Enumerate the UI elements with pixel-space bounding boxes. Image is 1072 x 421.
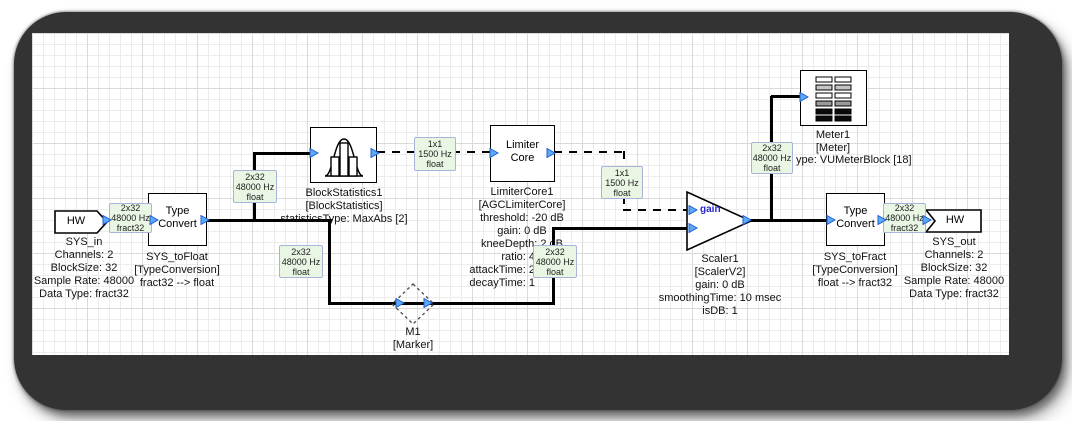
wire-label-sysout: 2x32 48000 Hz fract32 (883, 203, 926, 233)
limiter-core-caption-cut: ratio: 4 attackTime: 2 decayTime: 1 (469, 251, 535, 289)
screenshot-stage: HW SYS_in Channels: 2 BlockSize: 32 Samp… (0, 0, 1072, 421)
meter-input-pin[interactable] (799, 92, 809, 102)
type-convert-out-input-pin[interactable] (826, 215, 836, 225)
wire-label-scaler-in: 2x32 48000 Hz float (533, 245, 577, 278)
wire-label-meter-in: 2x32 48000 Hz float (751, 142, 793, 174)
type-convert-in-output-pin[interactable] (200, 215, 210, 225)
wire-label-marker-in: 2x32 48000 Hz float (279, 245, 323, 278)
wire-label-limiter-out: 1x1 1500 Hz float (601, 166, 643, 199)
sys-out-input-pin[interactable] (922, 215, 932, 225)
wire-limiter-out[interactable] (554, 151, 624, 153)
block-statistics-caption: BlockStatistics1 [BlockStatistics] stati… (280, 187, 408, 225)
limiter-core-input-pin[interactable] (489, 148, 499, 158)
limiter-core-output-pin[interactable] (546, 148, 556, 158)
marker-input-pin[interactable] (395, 298, 405, 308)
wire-label-blockstats-out: 1x1 1500 Hz float (414, 137, 456, 171)
scaler-signal-input-pin[interactable] (688, 223, 698, 233)
sys-in-output-pin[interactable] (102, 215, 112, 225)
block-statistics-input-pin[interactable] (309, 148, 319, 158)
sys-out-title: HW (945, 214, 965, 226)
wire-label-blockstats-in: 2x32 48000 Hz float (233, 170, 277, 203)
marker-output-pin[interactable] (423, 298, 433, 308)
vu-meter-icon (815, 76, 852, 122)
wire-through-marker[interactable] (330, 302, 555, 305)
type-convert-out-output-pin[interactable] (877, 215, 887, 225)
type-convert-in-caption: SYS_toFloat [TypeConversion] fract32 -->… (134, 251, 220, 289)
type-convert-in-input-pin[interactable] (149, 215, 159, 225)
wire-into-scaler-gain[interactable] (623, 209, 693, 211)
scaler-caption: Scaler1 [ScalerV2] gain: 0 dB smoothingT… (658, 253, 782, 317)
scaler-gain-label: gain (700, 204, 721, 215)
histogram-icon (324, 138, 364, 177)
wire-scaler-out[interactable] (748, 219, 832, 222)
wire-into-blockstats[interactable] (254, 152, 312, 155)
marker-caption: M1 [Marker] (392, 326, 434, 351)
block-statistics-output-pin[interactable] (370, 148, 380, 158)
scaler-output-pin[interactable] (742, 215, 752, 225)
sys-in-title: HW (66, 215, 86, 227)
wire-label-sysin: 2x32 48000 Hz fract32 (109, 203, 152, 233)
wire-branch-down-marker[interactable] (328, 219, 331, 305)
sys-out-caption: SYS_out Channels: 2 BlockSize: 32 Sample… (903, 236, 1005, 300)
scaler-gain-input-pin[interactable] (688, 205, 698, 215)
limiter-core-caption: LimiterCore1 [AGCLimiterCore] threshold:… (478, 186, 566, 250)
meter-caption-cut: ype: VUMeterBlock [18] (796, 154, 912, 166)
